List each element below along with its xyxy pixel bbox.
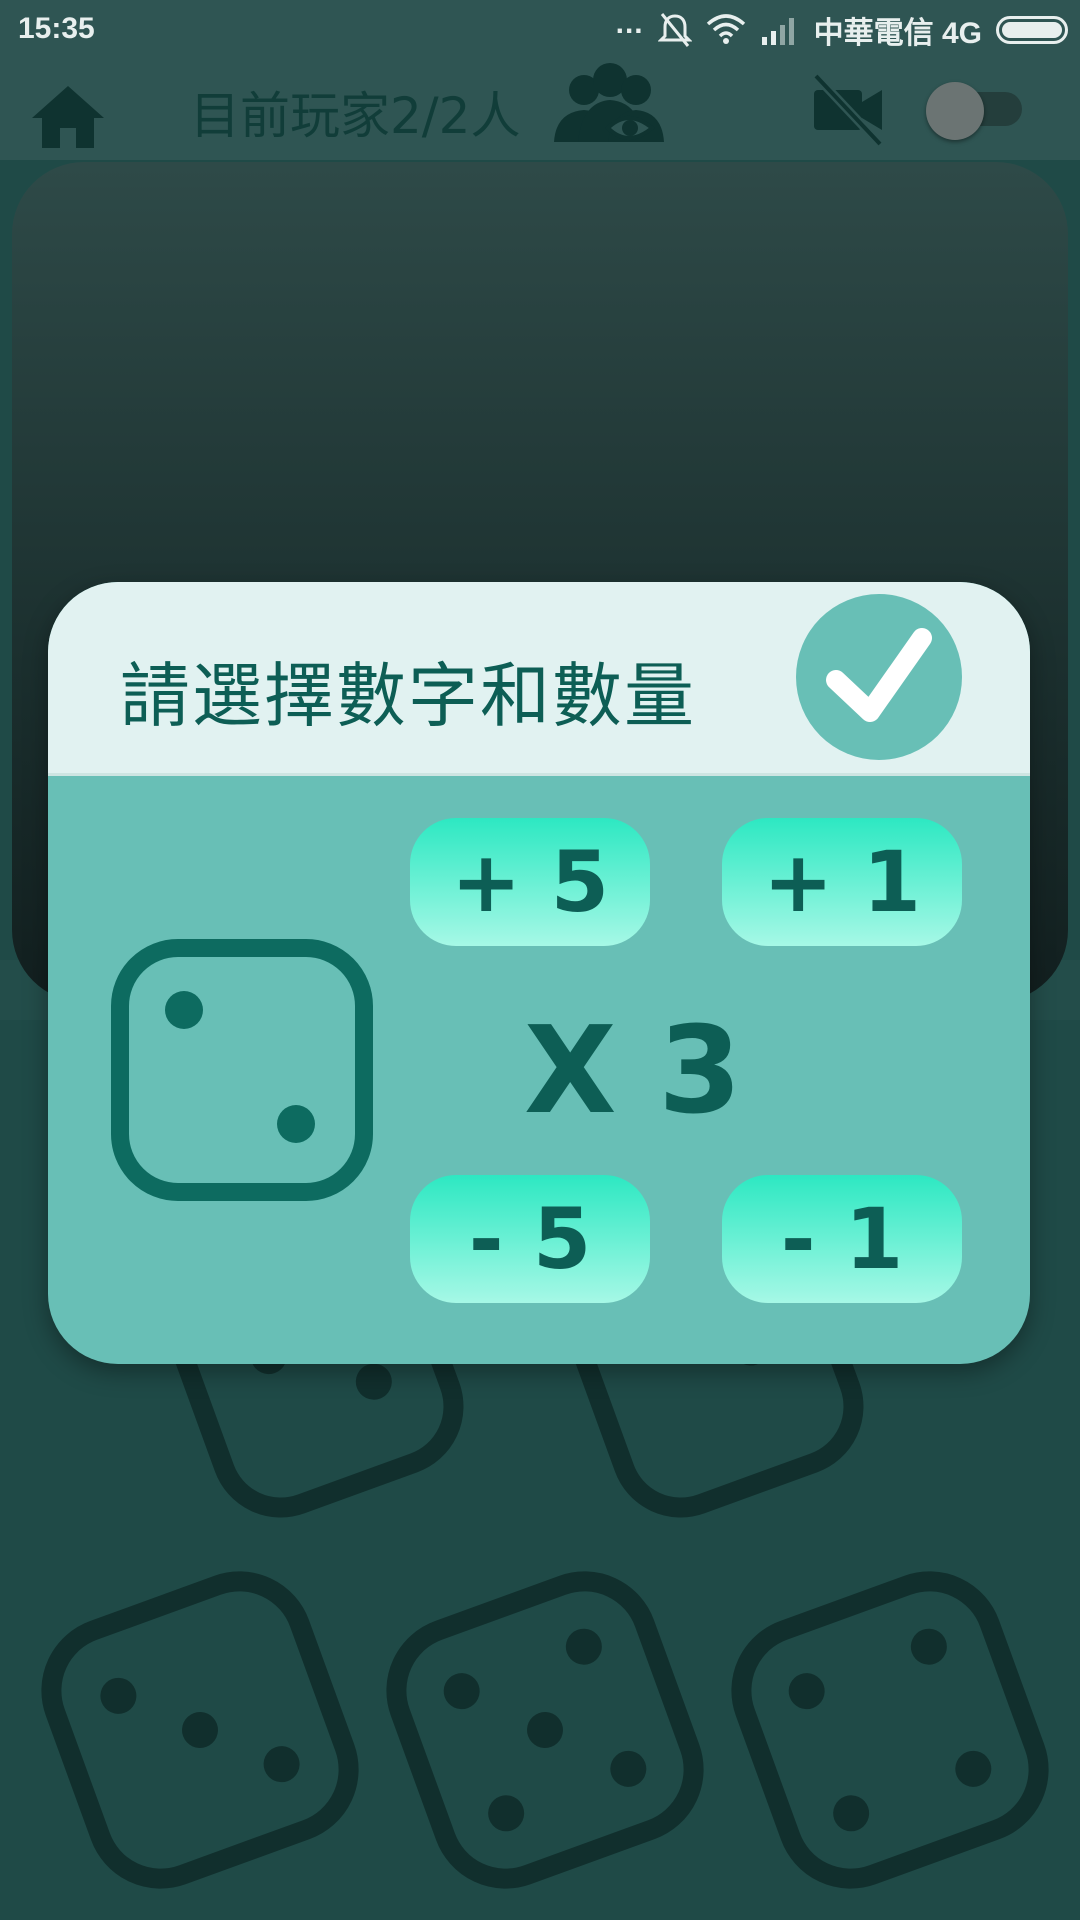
bell-muted-icon <box>657 13 692 47</box>
dialog-header: 請選擇數字和數量 <box>48 582 1030 776</box>
plus-one-button[interactable]: + 1 <box>722 818 962 946</box>
signal-icon <box>761 18 794 45</box>
top-bar: 目前玩家2/2人 <box>0 60 1080 160</box>
spectator-toggle[interactable] <box>926 82 1024 140</box>
status-time: 15:35 <box>18 12 95 45</box>
status-icons: ... 中華電信 4G <box>615 7 1068 52</box>
toggle-knob <box>926 82 984 140</box>
camera-off-icon[interactable] <box>808 68 888 148</box>
home-icon[interactable] <box>28 82 108 152</box>
selected-die-face-two[interactable] <box>110 938 374 1202</box>
background-die-3 <box>41 1571 359 1889</box>
status-bar: 15:35 ... 中華電信 4G <box>0 0 1080 60</box>
confirm-button[interactable] <box>796 594 962 760</box>
wifi-icon <box>706 14 745 44</box>
quantity-display: X 3 <box>524 1002 742 1141</box>
minus-five-button[interactable]: - 5 <box>410 1175 650 1303</box>
battery-icon <box>996 16 1068 44</box>
bid-dialog: 請選擇數字和數量 + 5 + 1 X 3 - 5 - 1 <box>48 582 1030 1364</box>
background-die-4 <box>386 1571 704 1889</box>
player-count-label: 目前玩家2/2人 <box>190 87 521 145</box>
plus-five-button[interactable]: + 5 <box>410 818 650 946</box>
more-dots: ... <box>615 7 644 40</box>
background-die-5 <box>731 1571 1049 1889</box>
checkmark-icon <box>826 628 932 722</box>
dialog-title: 請選擇數字和數量 <box>120 655 696 737</box>
carrier-label: 中華電信 4G <box>813 17 982 50</box>
spectator-eye-icon[interactable] <box>548 60 668 150</box>
minus-one-button[interactable]: - 1 <box>722 1175 962 1303</box>
